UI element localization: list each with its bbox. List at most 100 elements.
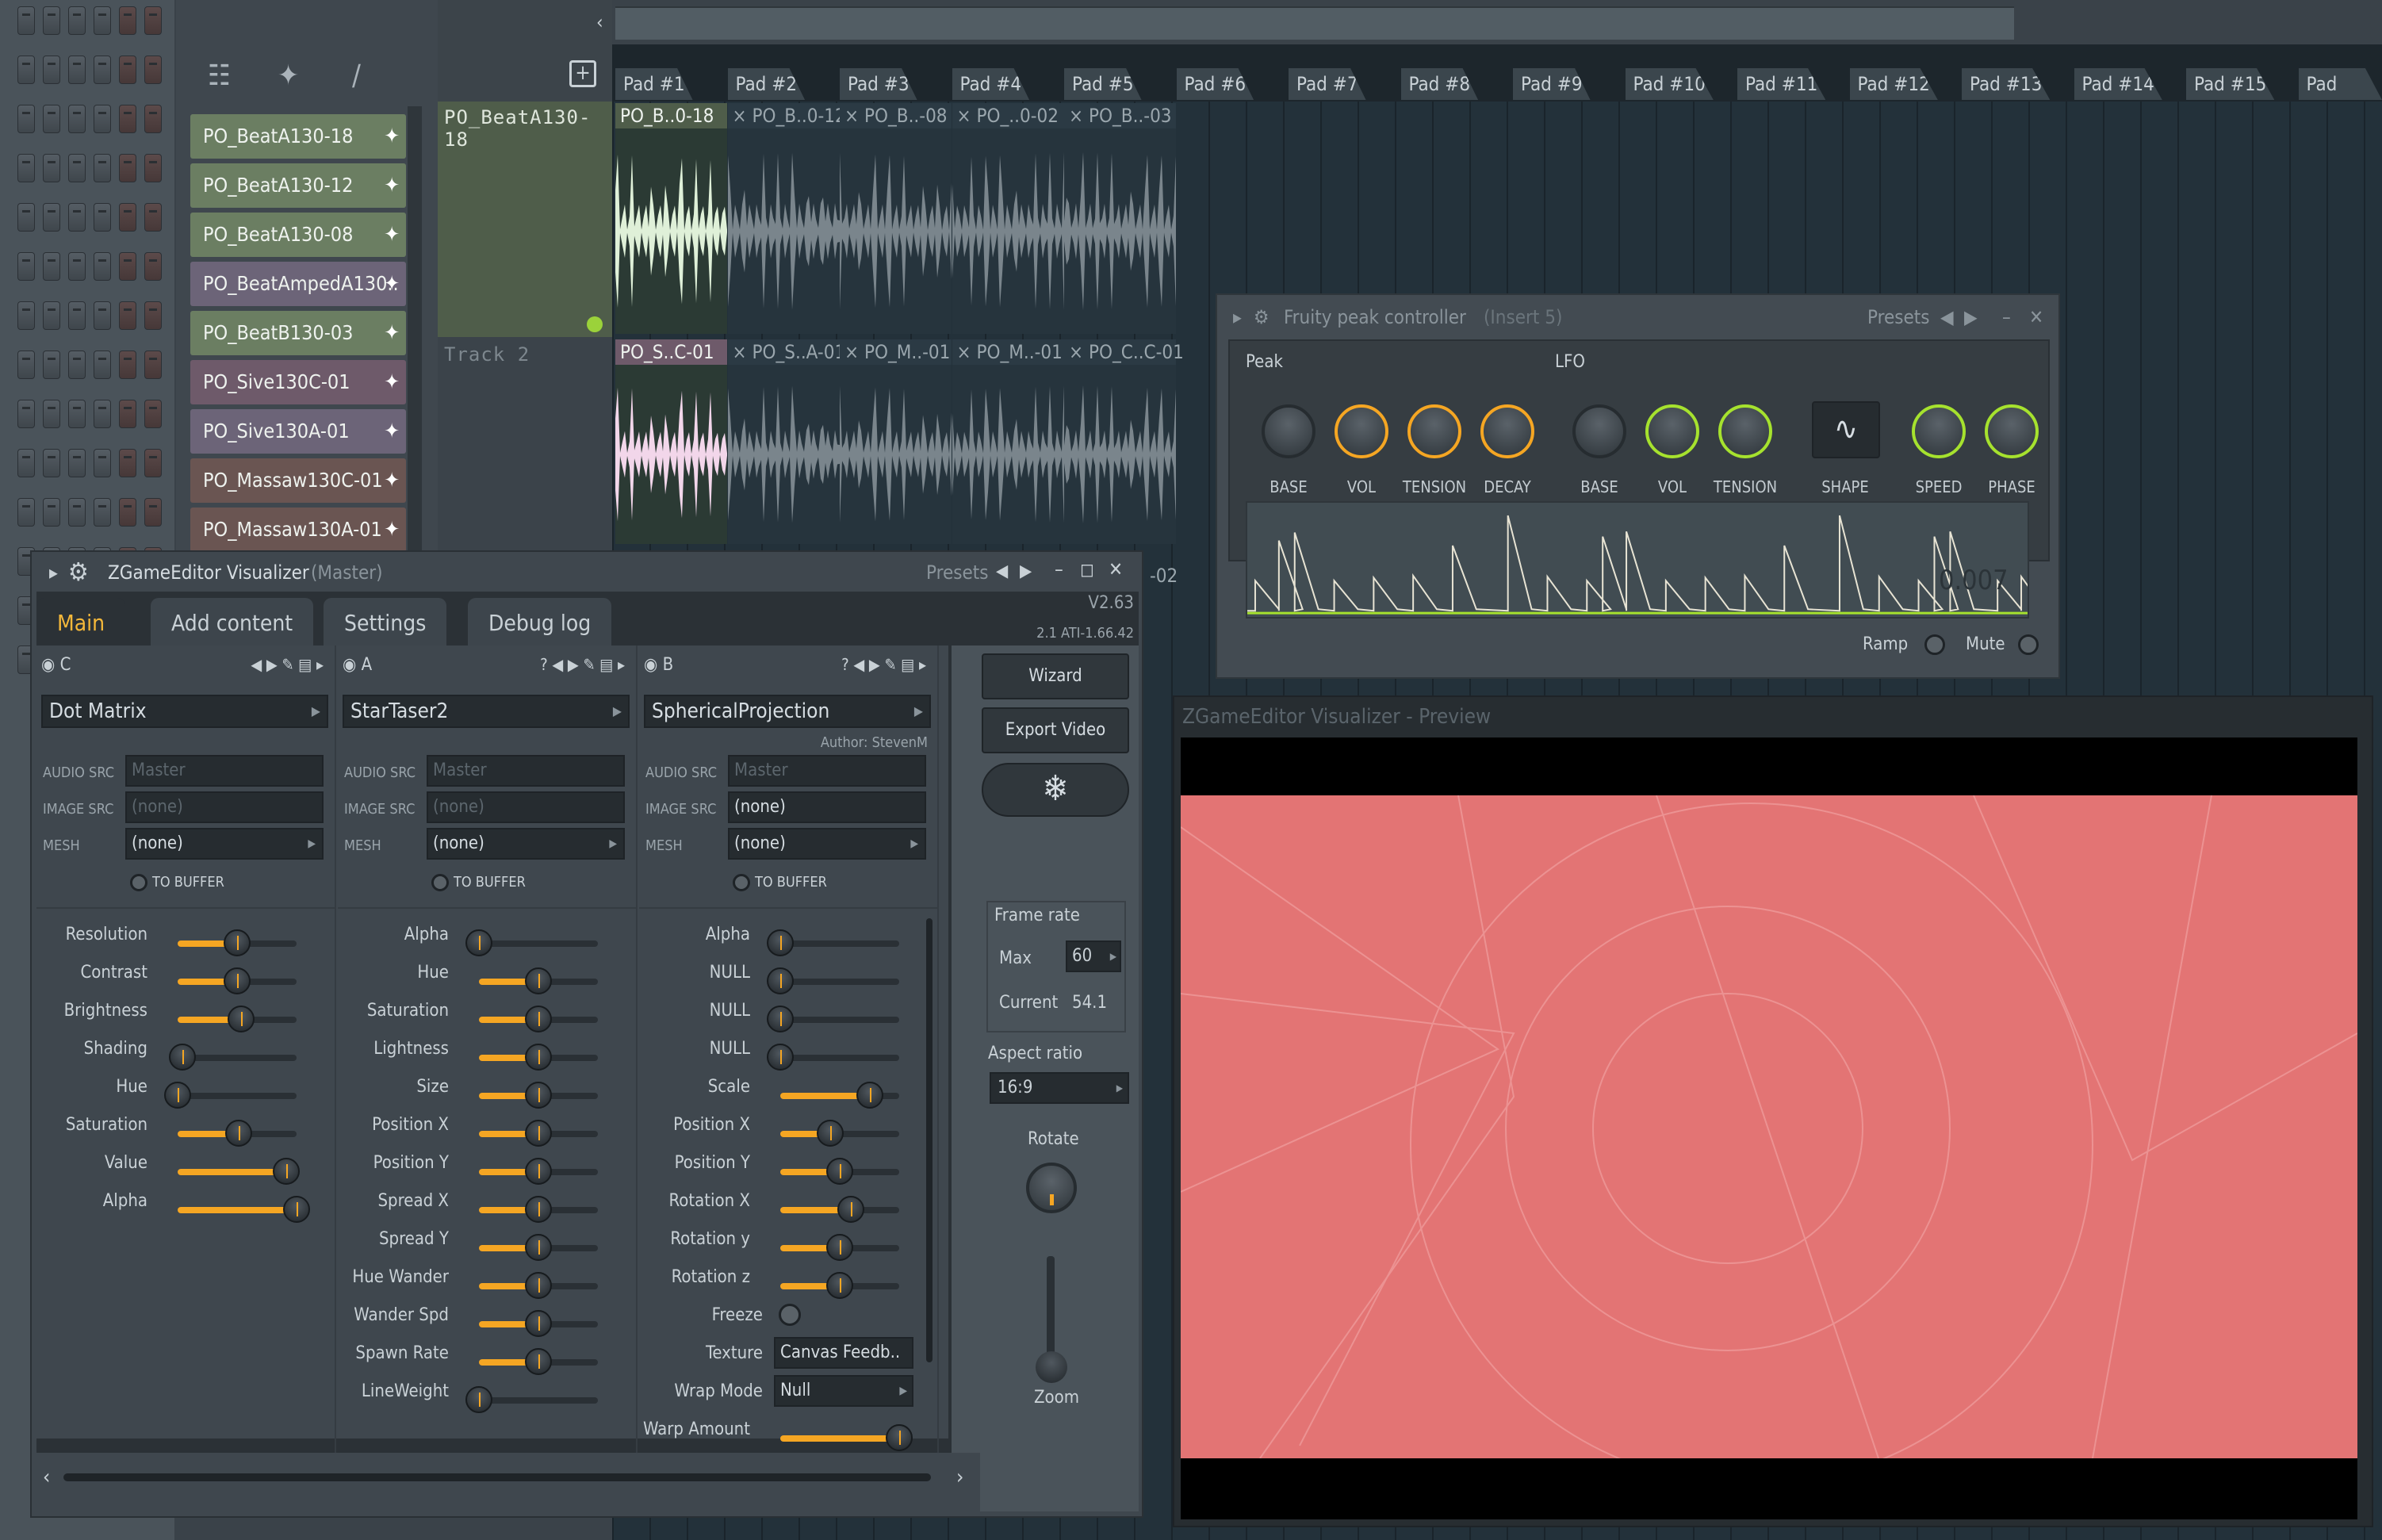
param-slider[interactable]: [767, 1044, 899, 1071]
image-src-field[interactable]: (none): [427, 791, 625, 823]
pad-tab[interactable]: Pad #4: [952, 68, 1030, 100]
image-src-field[interactable]: (none): [728, 791, 926, 823]
slider-thumb[interactable]: [826, 1272, 853, 1299]
export-video-button[interactable]: Export Video: [982, 707, 1129, 753]
pad-tab[interactable]: Pad #2: [727, 68, 806, 100]
param-slider[interactable]: [178, 929, 297, 956]
step-button[interactable]: [68, 56, 86, 84]
step-button[interactable]: [43, 449, 60, 477]
gear-icon[interactable]: ⚙: [1254, 306, 1269, 328]
pad-tab[interactable]: Pad #16: [2298, 68, 2382, 100]
audio-src-field[interactable]: Master: [125, 755, 324, 787]
step-button[interactable]: [144, 105, 162, 133]
step-button[interactable]: [17, 301, 35, 330]
step-button[interactable]: [17, 203, 35, 232]
step-button[interactable]: [94, 498, 111, 527]
to-buffer-toggle[interactable]: [431, 874, 449, 891]
slider-thumb[interactable]: [224, 967, 251, 994]
pad-tab[interactable]: Pad #10: [1625, 68, 1714, 100]
collapse-arrow-icon[interactable]: ▸: [1233, 306, 1242, 328]
freeze-snowflake-button[interactable]: ❄: [982, 763, 1129, 817]
step-button[interactable]: [43, 105, 60, 133]
step-button[interactable]: [43, 56, 60, 84]
slider-thumb[interactable]: [826, 1234, 853, 1261]
picker-clip-item[interactable]: PO_BeatAmpedA130.. ✦: [190, 262, 406, 306]
step-button[interactable]: [17, 56, 35, 84]
vertical-scrollbar[interactable]: [926, 918, 933, 1362]
step-button[interactable]: [68, 252, 86, 281]
presets-label[interactable]: Presets: [1867, 306, 1929, 328]
step-button[interactable]: [43, 252, 60, 281]
step-button[interactable]: [94, 154, 111, 182]
step-button[interactable]: [68, 105, 86, 133]
lfo-base-knob[interactable]: [1572, 404, 1626, 458]
step-button[interactable]: [17, 449, 35, 477]
lfo-tension-knob[interactable]: [1718, 404, 1772, 458]
param-slider[interactable]: [178, 1158, 300, 1185]
step-button[interactable]: [17, 105, 35, 133]
step-button[interactable]: [119, 301, 136, 330]
lfo-phase-knob[interactable]: [1985, 404, 2039, 458]
playlist-clip[interactable]: × PO_B..-08: [840, 103, 952, 128]
slider-thumb[interactable]: [525, 1158, 552, 1185]
picker-scrollbar[interactable]: [408, 106, 422, 550]
param-slider[interactable]: [767, 929, 899, 956]
step-button[interactable]: [144, 400, 162, 428]
slider-thumb[interactable]: [525, 1120, 552, 1147]
param-slider[interactable]: [780, 1082, 899, 1109]
pad-tab[interactable]: Pad #14: [2074, 68, 2162, 100]
preset-next-icon[interactable]: ▶: [1020, 561, 1032, 581]
slider-thumb[interactable]: [767, 929, 794, 956]
param-slider[interactable]: [479, 1120, 598, 1147]
lfo-speed-knob[interactable]: [1912, 404, 1966, 458]
pad-tab[interactable]: Pad #3: [840, 68, 917, 100]
tab-add-content[interactable]: Add content: [151, 598, 314, 649]
piano-roll-icon[interactable]: ☷: [208, 59, 231, 92]
mesh-select[interactable]: (none) ▶: [125, 828, 324, 860]
peak-decay-knob[interactable]: [1480, 404, 1534, 458]
step-button[interactable]: [119, 154, 136, 182]
param-slider[interactable]: [479, 1234, 598, 1261]
scroll-left-icon[interactable]: ‹: [596, 11, 603, 33]
playlist-clip[interactable]: × PO_M..-01: [952, 339, 1064, 365]
step-button[interactable]: [94, 449, 111, 477]
playlist-clip[interactable]: PO_B..0-18: [615, 103, 727, 128]
mesh-select[interactable]: (none) ▶: [427, 828, 625, 860]
step-button[interactable]: [17, 6, 35, 35]
param-slider[interactable]: [178, 1196, 310, 1223]
wizard-button[interactable]: Wizard: [982, 653, 1129, 699]
pad-tab[interactable]: Pad #15: [2186, 68, 2275, 100]
param-slider[interactable]: [178, 967, 297, 994]
pad-tab[interactable]: Pad #11: [1737, 68, 1826, 100]
pad-tab[interactable]: Pad #5: [1064, 68, 1142, 100]
audio-src-field[interactable]: Master: [728, 755, 926, 787]
close-icon[interactable]: ✕: [1109, 558, 1123, 580]
picker-clip-item[interactable]: PO_Massaw130A-01 ✦: [190, 508, 406, 552]
param-slider[interactable]: [479, 1044, 598, 1071]
slider-thumb[interactable]: [525, 1006, 552, 1032]
slider-thumb[interactable]: [525, 1310, 552, 1337]
step-button[interactable]: [43, 6, 60, 35]
step-button[interactable]: [144, 252, 162, 281]
pad-tab[interactable]: Pad #12: [1849, 68, 1938, 100]
tab-settings[interactable]: Settings: [324, 598, 447, 649]
to-buffer-toggle[interactable]: [130, 874, 147, 891]
picker-clip-item[interactable]: PO_Massaw130C-01 ✦: [190, 458, 406, 503]
step-button[interactable]: [119, 498, 136, 527]
param-slider[interactable]: [767, 1006, 899, 1032]
scroll-left-icon[interactable]: ‹: [43, 1465, 50, 1489]
slider-thumb[interactable]: [525, 1082, 552, 1109]
preset-prev-icon[interactable]: ◀: [1940, 306, 1954, 328]
slider-thumb[interactable]: [525, 1272, 552, 1299]
step-button[interactable]: [68, 400, 86, 428]
step-button[interactable]: [17, 400, 35, 428]
param-slider[interactable]: [479, 1348, 598, 1375]
step-button[interactable]: [43, 498, 60, 527]
rotate-knob[interactable]: [1026, 1163, 1077, 1213]
step-button[interactable]: [17, 154, 35, 182]
step-button[interactable]: [68, 6, 86, 35]
preset-next-icon[interactable]: ▶: [1964, 306, 1978, 328]
playlist-clip[interactable]: × PO_C..C-01: [1064, 339, 1184, 365]
layer-toolbar-icons[interactable]: ? ◀ ▶ ✎ ▤ ▸: [540, 655, 625, 674]
step-button[interactable]: [17, 498, 35, 527]
